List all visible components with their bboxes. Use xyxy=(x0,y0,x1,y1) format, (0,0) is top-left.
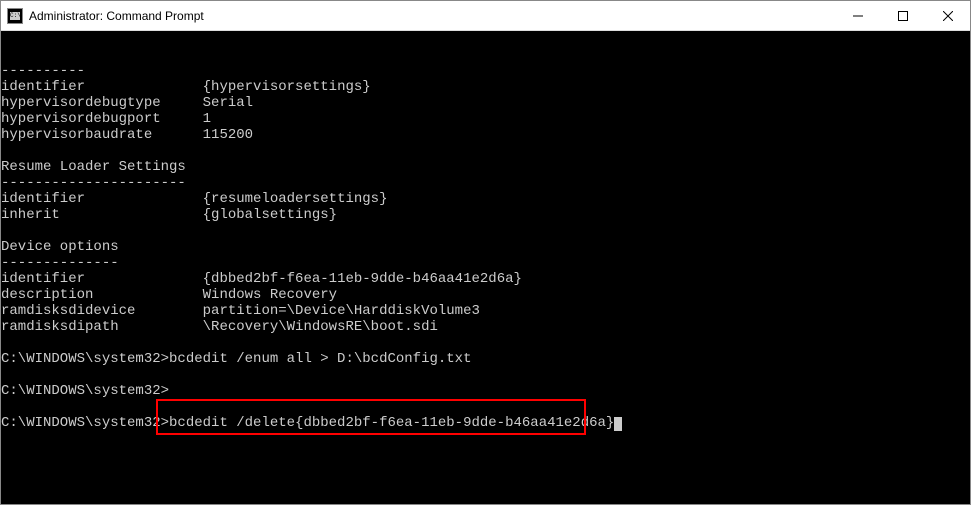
output-value: 115200 xyxy=(203,127,253,143)
prompt: C:\WINDOWS\system32> xyxy=(1,415,169,431)
output-value: \Recovery\WindowsRE\boot.sdi xyxy=(203,319,438,335)
output-value: {resumeloadersettings} xyxy=(203,191,388,207)
output-key: hypervisordebugtype xyxy=(1,95,161,111)
command-text: bcdedit /enum all > D:\bcdConfig.txt xyxy=(169,351,471,367)
command-input[interactable]: bcdedit /delete{dbbed2bf-f6ea-11eb-9dde-… xyxy=(169,415,614,431)
output-value: {globalsettings} xyxy=(203,207,337,223)
cmd-icon: C:\ xyxy=(7,8,23,24)
prompt: C:\WINDOWS\system32> xyxy=(1,351,169,367)
output-key: hypervisordebugport xyxy=(1,111,161,127)
output-value: Serial xyxy=(203,95,253,111)
command-prompt-window: C:\ Administrator: Command Prompt ------… xyxy=(0,0,971,505)
output-value: 1 xyxy=(203,111,211,127)
terminal-output: ---------- identifier {hypervisorsetting… xyxy=(1,63,970,431)
output-section: Resume Loader Settings xyxy=(1,159,186,175)
output-key: description xyxy=(1,287,93,303)
output-value: partition=\Device\HarddiskVolume3 xyxy=(203,303,480,319)
output-key: hypervisorbaudrate xyxy=(1,127,152,143)
window-controls xyxy=(835,1,970,30)
close-button[interactable] xyxy=(925,1,970,30)
output-line: -------------- xyxy=(1,255,119,271)
output-value: {hypervisorsettings} xyxy=(203,79,371,95)
output-section: Device options xyxy=(1,239,119,255)
output-key: inherit xyxy=(1,207,60,223)
output-line: ---------- xyxy=(1,63,85,79)
output-value: {dbbed2bf-f6ea-11eb-9dde-b46aa41e2d6a} xyxy=(203,271,522,287)
output-key: ramdisksdidevice xyxy=(1,303,135,319)
output-key: ramdisksdipath xyxy=(1,319,119,335)
titlebar[interactable]: C:\ Administrator: Command Prompt xyxy=(1,1,970,31)
output-key: identifier xyxy=(1,191,85,207)
minimize-button[interactable] xyxy=(835,1,880,30)
prompt: C:\WINDOWS\system32> xyxy=(1,383,169,399)
cursor xyxy=(614,417,622,431)
terminal-area[interactable]: ---------- identifier {hypervisorsetting… xyxy=(1,31,970,504)
output-key: identifier xyxy=(1,79,85,95)
output-key: identifier xyxy=(1,271,85,287)
output-value: Windows Recovery xyxy=(203,287,337,303)
window-title: Administrator: Command Prompt xyxy=(29,9,835,23)
output-line: ---------------------- xyxy=(1,175,186,191)
maximize-button[interactable] xyxy=(880,1,925,30)
